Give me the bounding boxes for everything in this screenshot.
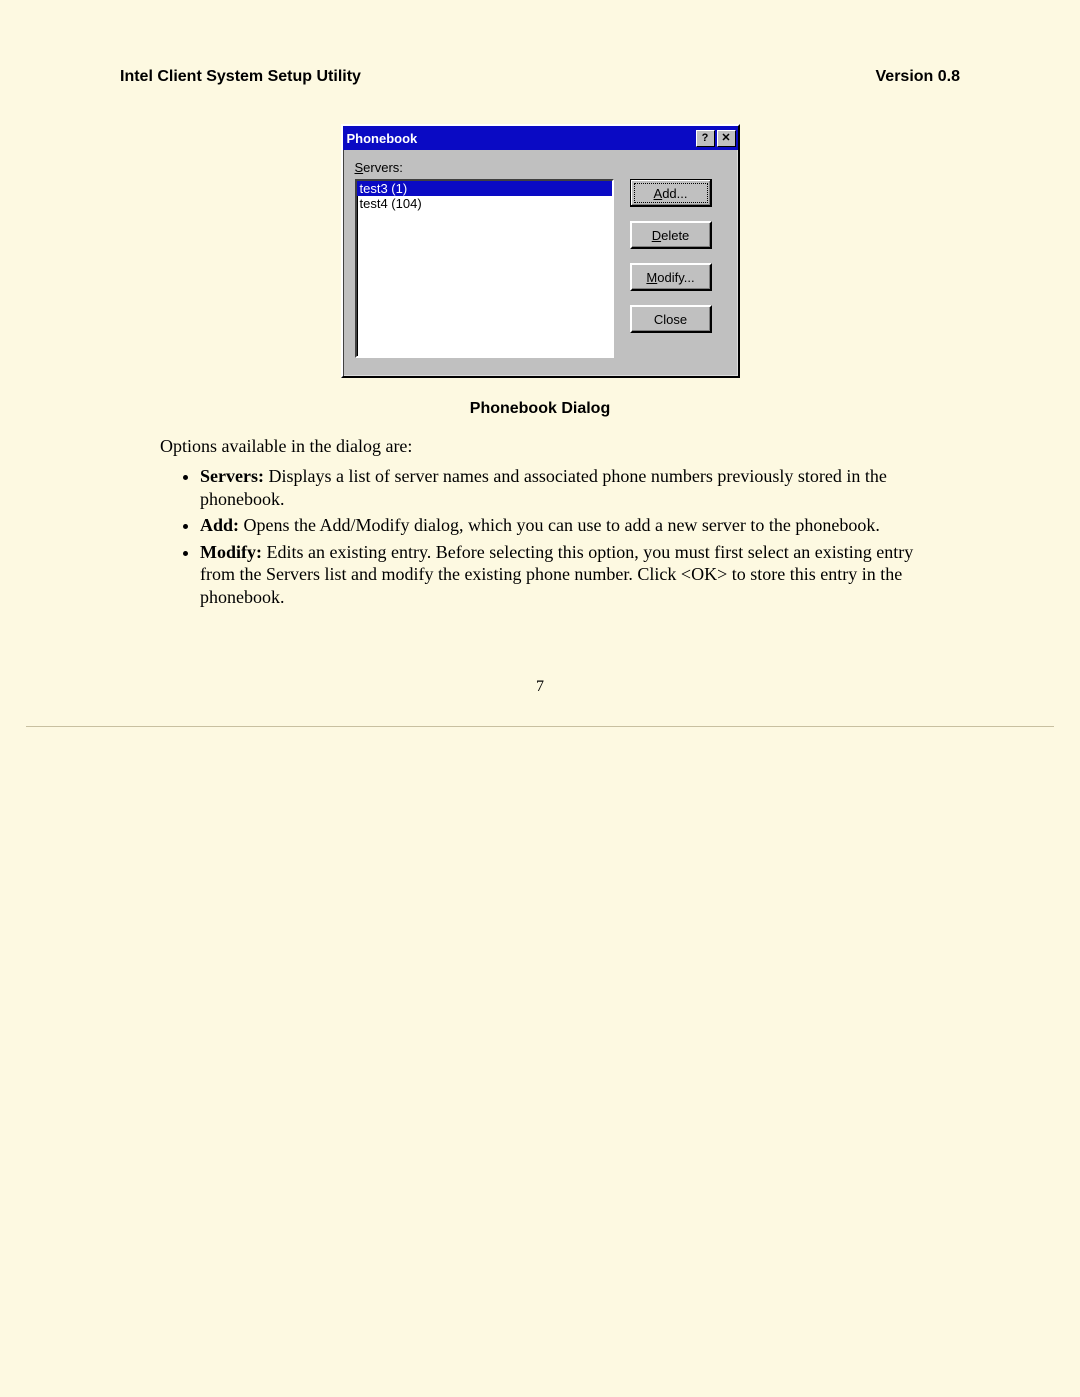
dialog-body: Servers: test3 (1)test4 (104) Add... Del…: [343, 150, 738, 376]
options-list-item: Servers: Displays a list of server names…: [200, 465, 950, 510]
delete-button-label: elete: [661, 228, 689, 243]
page-number: 7: [70, 678, 1010, 696]
delete-button-mnemonic: D: [652, 228, 661, 243]
servers-label-mnemonic: S: [355, 160, 364, 175]
add-button-mnemonic: A: [654, 186, 663, 201]
document-page: Intel Client System Setup Utility Versio…: [0, 0, 1080, 1397]
options-list-item: Add: Opens the Add/Modify dialog, which …: [200, 514, 950, 537]
close-button[interactable]: Close: [630, 305, 712, 333]
modify-button-label: odify...: [657, 270, 694, 285]
option-term: Servers:: [200, 466, 264, 486]
options-list: Servers: Displays a list of server names…: [200, 465, 950, 608]
list-item[interactable]: test4 (104): [357, 196, 612, 211]
servers-label-text: ervers:: [363, 160, 403, 175]
options-intro: Options available in the dialog are:: [160, 436, 1010, 457]
servers-listbox[interactable]: test3 (1)test4 (104): [355, 179, 614, 358]
header-title: Intel Client System Setup Utility: [120, 68, 361, 86]
dialog-title: Phonebook: [347, 131, 694, 146]
dialog-button-column: Add... Delete Modify... Close: [630, 179, 712, 358]
options-list-item: Modify: Edits an existing entry. Before …: [200, 541, 950, 609]
phonebook-dialog: Phonebook ? ✕ Servers: test3 (1)test4 (1…: [341, 124, 740, 378]
help-icon[interactable]: ?: [696, 130, 715, 147]
close-icon[interactable]: ✕: [717, 130, 736, 147]
option-term: Add:: [200, 515, 239, 535]
option-term: Modify:: [200, 542, 262, 562]
footer-divider: [26, 726, 1054, 727]
figure-caption: Phonebook Dialog: [70, 400, 1010, 418]
modify-button[interactable]: Modify...: [630, 263, 712, 291]
option-description: Opens the Add/Modify dialog, which you c…: [239, 515, 880, 535]
figure: Phonebook ? ✕ Servers: test3 (1)test4 (1…: [70, 124, 1010, 378]
delete-button[interactable]: Delete: [630, 221, 712, 249]
page-header: Intel Client System Setup Utility Versio…: [70, 60, 1010, 94]
option-description: Edits an existing entry. Before selectin…: [200, 542, 913, 607]
modify-button-mnemonic: M: [646, 270, 657, 285]
servers-label: Servers:: [355, 160, 726, 175]
list-item[interactable]: test3 (1): [357, 181, 612, 196]
add-button[interactable]: Add...: [630, 179, 712, 207]
add-button-label: dd...: [662, 186, 687, 201]
option-description: Displays a list of server names and asso…: [200, 466, 887, 509]
close-button-label: Close: [654, 312, 687, 327]
dialog-titlebar[interactable]: Phonebook ? ✕: [343, 126, 738, 150]
header-version: Version 0.8: [876, 68, 961, 86]
